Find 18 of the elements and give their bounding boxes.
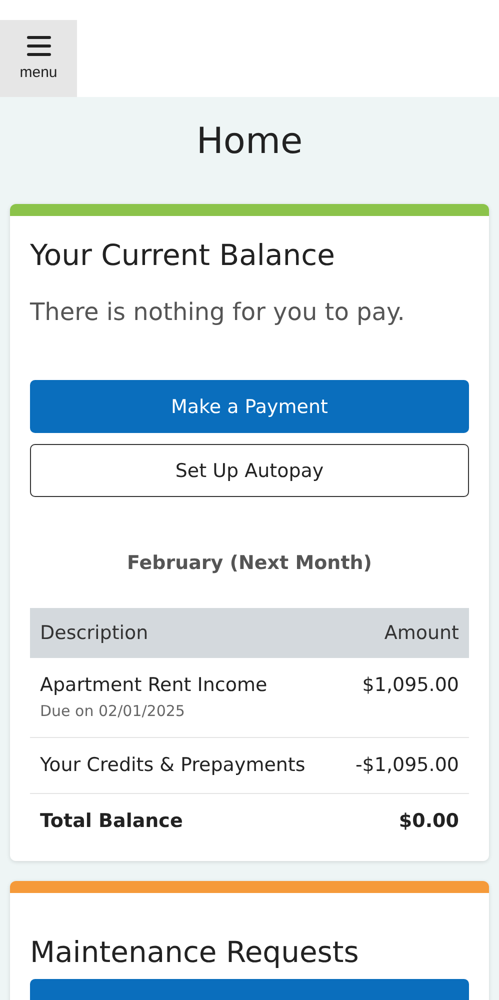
period-label: February (Next Month)	[127, 552, 372, 574]
due-date: Due on 02/01/2025	[40, 702, 186, 720]
menu-icon	[26, 36, 50, 56]
card-title: Maintenance Requests	[30, 935, 360, 969]
menu-button[interactable]: menu	[0, 20, 77, 97]
description-cell: Total Balance	[40, 810, 183, 832]
column-header: Description	[40, 622, 148, 644]
card-title: Your Current Balance	[30, 238, 336, 272]
amount-cell: $0.00	[398, 810, 459, 832]
description-cell: Your Credits & Prepayments	[40, 754, 306, 776]
amount-cell-text: $1,095.00	[362, 674, 459, 698]
description-cell: Apartment Rent Income	[40, 674, 268, 696]
amount-cell: -$1,095.00	[355, 754, 459, 776]
page-title: Home	[195, 121, 304, 162]
autopay-button[interactable]: Set Up Autopay	[30, 444, 469, 497]
column-header: Amount	[384, 622, 459, 644]
balance-message: There is nothing for you to pay.	[30, 298, 406, 326]
payment-button[interactable]: Make a Payment	[30, 380, 469, 433]
